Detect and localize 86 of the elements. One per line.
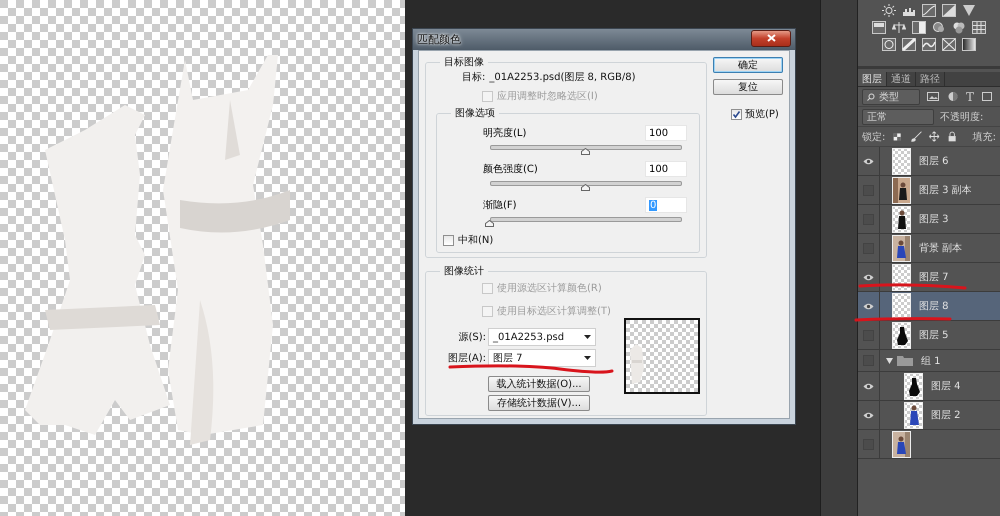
target-value: _01A2253.psd(图层 8, RGB/8)	[489, 71, 636, 84]
stripe-square-icon[interactable]	[902, 38, 916, 51]
folder-icon	[897, 355, 913, 366]
checkbox-label: 使用目标选区计算调整(T)	[497, 304, 611, 318]
source-label: 源(S):	[457, 331, 486, 344]
caret-icon	[584, 335, 591, 339]
curve-icon[interactable]	[922, 4, 936, 17]
close-icon	[766, 34, 776, 42]
wave-square-icon[interactable]	[922, 38, 936, 51]
circle-square-icon[interactable]	[882, 38, 896, 51]
layer-name: 图层 4	[931, 380, 961, 393]
target-label: 目标:	[462, 70, 486, 84]
triangle-icon[interactable]	[962, 4, 976, 17]
layer-name: 图层 6	[919, 155, 949, 168]
layer-row[interactable]: 图层 3	[858, 205, 1000, 234]
layer-row[interactable]: 图层 5	[858, 321, 1000, 350]
layer-row[interactable]: 图层 3 副本	[858, 176, 1000, 205]
gradient-icon[interactable]	[962, 38, 976, 51]
slider-label: 渐隐(F)	[483, 199, 517, 212]
square-icon[interactable]	[980, 90, 994, 103]
opacity-label: 不透明度:	[940, 110, 984, 124]
checkbox-label: 中和(N)	[458, 234, 494, 247]
checkbox-label: 预览(P)	[745, 108, 779, 121]
layer-name: 图层 8	[919, 300, 949, 313]
eye-icon[interactable]	[863, 412, 874, 418]
half-square-icon[interactable]	[912, 21, 926, 34]
layer-row[interactable]: 图层 2	[858, 401, 1000, 430]
image-icon[interactable]	[926, 90, 940, 103]
fill-label: 填充:	[972, 130, 996, 144]
layer-name: 背景 副本	[919, 242, 962, 255]
layer-name: 组 1	[921, 354, 941, 368]
layer-name: 图层 2	[931, 409, 961, 422]
cross-square-icon[interactable]	[942, 38, 956, 51]
layer-name: 图层 3	[919, 213, 949, 226]
checkbox-label: 应用调整时忽略选区(I)	[497, 90, 598, 103]
layer-row[interactable]: 图层 8	[858, 292, 1000, 321]
checkbox[interactable]	[731, 108, 742, 120]
dialog-button[interactable]: 确定	[713, 57, 783, 73]
three-circles-icon[interactable]	[952, 21, 966, 34]
slider-label: 颜色强度(C)	[483, 162, 538, 176]
close-button[interactable]	[751, 30, 791, 46]
circles-icon[interactable]	[932, 21, 946, 34]
eye-icon[interactable]	[863, 274, 874, 280]
move-icon[interactable]	[928, 130, 940, 143]
layer-dropdown[interactable]: 图层 7	[488, 349, 596, 367]
slider-thumb[interactable]	[485, 220, 494, 227]
checkbox[interactable]	[443, 234, 454, 246]
expand-caret-icon[interactable]	[886, 358, 893, 364]
statistics-button[interactable]: 载入统计数据(O)...	[488, 376, 590, 392]
group-title: 图像统计	[443, 264, 485, 278]
circle-icon[interactable]	[946, 90, 960, 103]
layer-group-row[interactable]: 组 1	[858, 350, 1000, 372]
input-field[interactable]: 100	[645, 125, 687, 141]
blend-mode-dropdown[interactable]: 正常	[862, 108, 934, 124]
eye-icon[interactable]	[863, 382, 874, 390]
diagonal-square-icon[interactable]	[942, 4, 956, 17]
slider-label: 明亮度(L)	[483, 126, 526, 140]
group-title: 目标图像	[443, 56, 485, 69]
sun-icon[interactable]	[882, 4, 896, 17]
scale-icon[interactable]	[892, 21, 906, 34]
layer-row[interactable]	[858, 430, 1000, 459]
eye-icon[interactable]	[863, 302, 874, 310]
brush-icon[interactable]	[910, 130, 922, 143]
grid-icon[interactable]	[972, 21, 986, 34]
text-filter-icon[interactable]: T	[966, 90, 974, 104]
layer-name: 图层 3 副本	[919, 184, 972, 197]
layer-row[interactable]: 图层 6	[858, 147, 1000, 176]
bars-icon[interactable]	[872, 21, 886, 34]
lock-label: 锁定:	[862, 130, 886, 144]
layer-row[interactable]: 背景 副本	[858, 234, 1000, 263]
filter-dropdown[interactable]: 类型	[862, 88, 920, 104]
search-icon	[867, 92, 875, 100]
input-field[interactable]: 100	[645, 161, 687, 177]
statistics-button[interactable]: 存储统计数据(V)...	[488, 395, 590, 411]
window-title: 匹配颜色	[417, 32, 461, 47]
source-dropdown[interactable]: _01A2253.psd	[488, 328, 596, 346]
caret-icon	[584, 356, 591, 360]
layer-name: 图层 5	[919, 329, 949, 342]
layer-name: 图层 7	[919, 271, 949, 284]
checkbox-label: 使用源选区计算颜色(R)	[497, 282, 602, 295]
layer-label: 图层(A):	[446, 352, 486, 365]
group-title: 图像选项	[454, 106, 496, 120]
dialog-button[interactable]: 复位	[713, 79, 783, 95]
layer-row[interactable]: 图层 4	[858, 372, 1000, 401]
eye-icon[interactable]	[863, 158, 874, 164]
panel-tab[interactable]: 图层	[858, 72, 887, 86]
